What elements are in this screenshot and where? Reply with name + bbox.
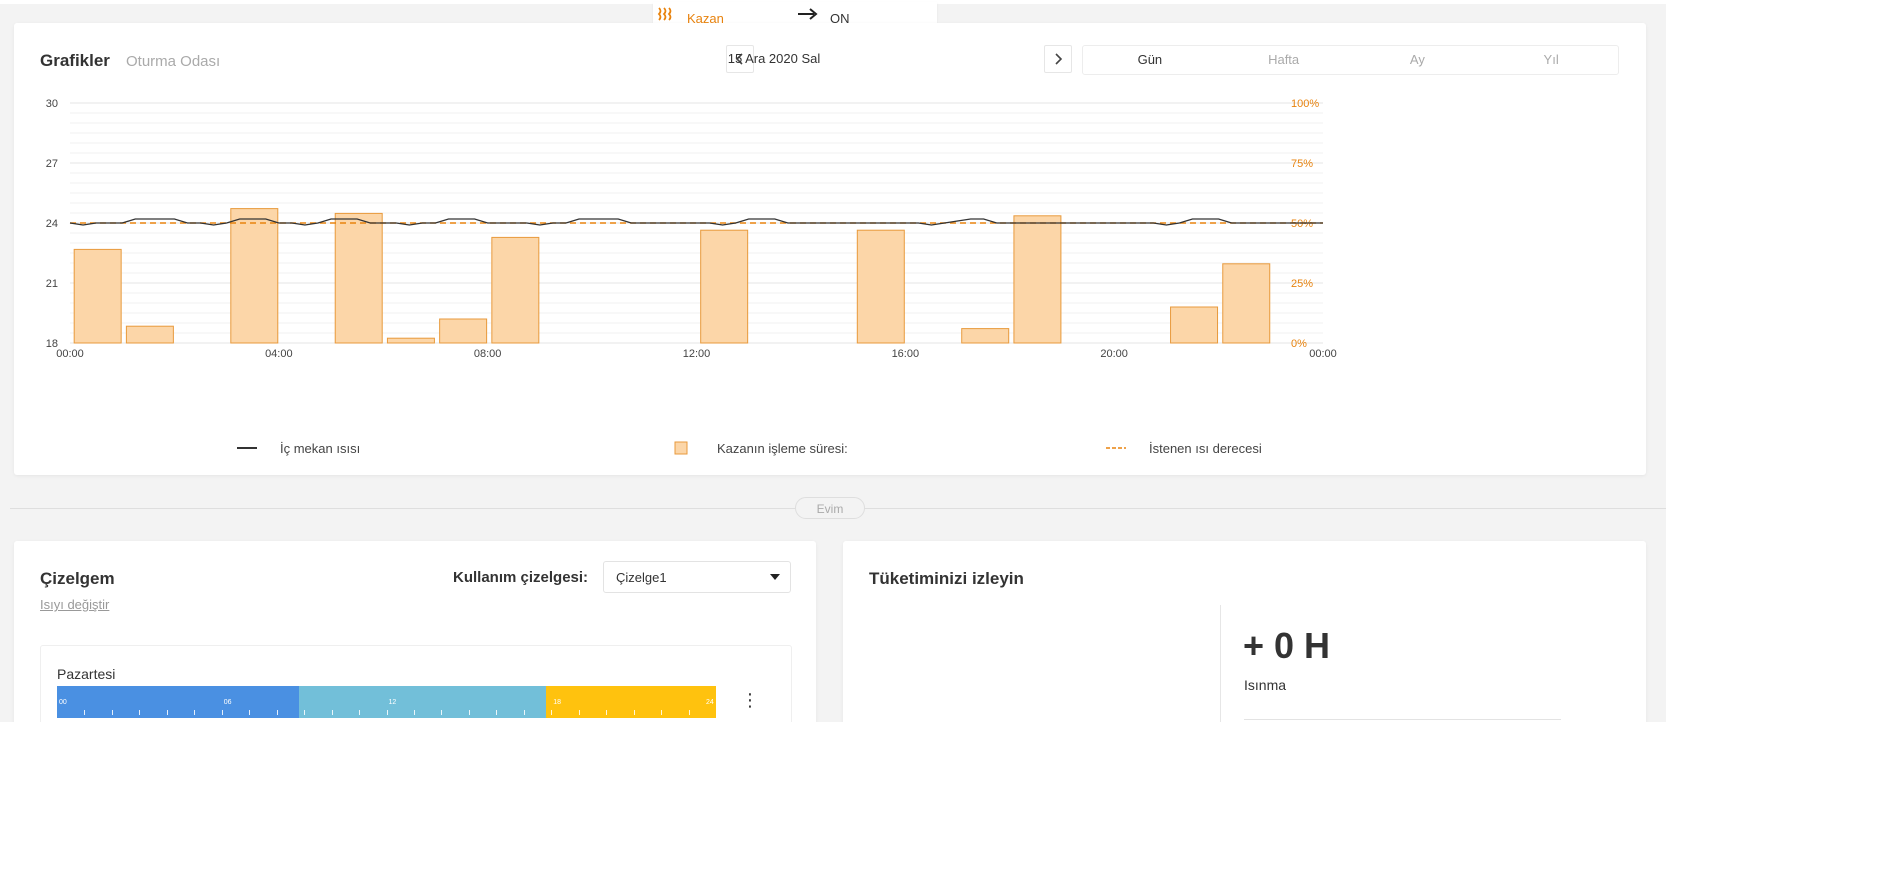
timeline-hour-label: 00 [59, 699, 67, 706]
hour-tick [413, 710, 415, 715]
runtime-bar [73, 248, 122, 344]
consumption-label: Isınma [1244, 677, 1287, 693]
hour-tick [139, 710, 141, 715]
runtime-bar [491, 236, 540, 344]
radiator-heat-icon [657, 7, 672, 21]
day-timeline-bar[interactable]: 00 06 12 18 24 [57, 686, 716, 718]
hour-tick [633, 710, 635, 715]
hour-tick [551, 710, 553, 715]
y-right-tick-label: 0% [1291, 338, 1307, 350]
hour-tick [84, 710, 86, 715]
runtime-bar [386, 337, 435, 344]
runtime-bar [700, 229, 749, 344]
hour-tick [661, 710, 663, 715]
runtime-bar [856, 229, 905, 344]
hour-tick [221, 710, 223, 715]
x-tick-label: 08:00 [474, 348, 502, 360]
hour-tick [441, 710, 443, 715]
runtime-bar [1222, 263, 1271, 344]
y-left-tick-label: 30 [46, 98, 58, 110]
legend-label-boiler-runtime: Kazanın işleme süresi: [717, 441, 848, 456]
hour-tick [523, 710, 525, 715]
home-divider-label: Evim [795, 497, 865, 519]
y-right-tick-label: 50% [1291, 218, 1313, 230]
timeline-hour-label: 06 [223, 699, 232, 706]
hour-tick [468, 710, 470, 715]
caret-down-icon [770, 574, 780, 580]
y-right-tick-label: 25% [1291, 278, 1313, 290]
hour-tick [276, 710, 278, 715]
timeline-hour-label: 18 [553, 699, 562, 706]
legend-line-icon [237, 447, 257, 449]
x-tick-label: 12:00 [683, 348, 711, 360]
hour-tick [194, 710, 196, 715]
y-left-tick-label: 27 [46, 158, 58, 170]
legend-label-indoor-temp: İç mekan ısısı [280, 441, 361, 456]
runtime-bar [230, 208, 279, 344]
hour-tick [578, 710, 580, 715]
heating-chart: 18212427300%25%50%75%100%00:00 04:00 08:00… [46, 98, 1337, 360]
hour-tick [606, 710, 608, 715]
timeline-hour-label: 12 [388, 699, 397, 706]
consumption-card: Tüketiminizi izleyin + 0 H Isınma [843, 541, 1646, 722]
runtime-bar [961, 328, 1010, 344]
legend-bar-icon [674, 441, 688, 455]
runtime-bar [125, 325, 174, 344]
arrow-right-icon [798, 8, 818, 20]
hour-tick [166, 710, 168, 715]
runtime-bar [1170, 306, 1219, 344]
x-tick-label: 04:00 [265, 348, 293, 360]
schedule-select-value: Çizelge1 [616, 570, 667, 585]
schedule-card: Çizelgem Isıyı değiştir Kullanım çizelge… [14, 541, 816, 722]
consumption-value: + 0 H [1243, 625, 1331, 666]
schedule-title: Çizelgem [40, 569, 115, 588]
hour-tick [386, 710, 388, 715]
day-name: Pazartesi [57, 666, 116, 682]
hour-tick [359, 710, 361, 715]
usage-schedule-label: Kullanım çizelgesi: [453, 569, 589, 586]
timeline-hour-label: 24 [706, 699, 714, 706]
legend-dashed-line-icon [1106, 447, 1126, 449]
more-options-icon[interactable]: ⋮ [741, 691, 759, 709]
runtime-bar [439, 318, 488, 344]
graphs-card: Grafikler Oturma Odası 15 Ara 2020 Sal G… [14, 23, 1646, 475]
app-background: Kazan ON Grafikler Oturma Odası 15 Ara 2… [0, 0, 1666, 722]
day-schedule: Pazartesi 00 06 12 18 24 ⋮ [40, 645, 792, 722]
y-right-tick-label: 75% [1291, 158, 1313, 170]
y-left-tick-label: 24 [46, 218, 58, 230]
hour-tick [496, 710, 498, 715]
hour-tick [331, 710, 333, 715]
schedule-segment[interactable] [545, 686, 716, 718]
x-tick-label: 20:00 [1100, 348, 1128, 360]
consumption-title: Tüketiminizi izleyin [869, 569, 1024, 588]
hour-tick [111, 710, 113, 715]
hour-tick [304, 710, 306, 715]
hour-tick [688, 710, 690, 715]
consumption-separator [1244, 719, 1561, 720]
x-tick-label: 00:00 [1309, 348, 1337, 360]
runtime-bar [334, 212, 383, 344]
x-tick-label: 00:00 [56, 348, 84, 360]
schedule-select[interactable]: Çizelge1 [603, 561, 791, 593]
y-right-tick-label: 100% [1291, 98, 1319, 110]
schedule-segment[interactable] [298, 686, 546, 718]
change-temperature-link[interactable]: Isıyı değiştir [40, 597, 109, 612]
legend-label-target-temp: İstenen ısı derecesi [1149, 441, 1262, 456]
y-left-tick-label: 21 [46, 278, 58, 290]
runtime-bar [1013, 215, 1062, 344]
hour-tick [249, 710, 251, 715]
x-tick-label: 16:00 [892, 348, 920, 360]
consumption-divider [1220, 605, 1221, 722]
schedule-segment[interactable] [57, 686, 299, 718]
